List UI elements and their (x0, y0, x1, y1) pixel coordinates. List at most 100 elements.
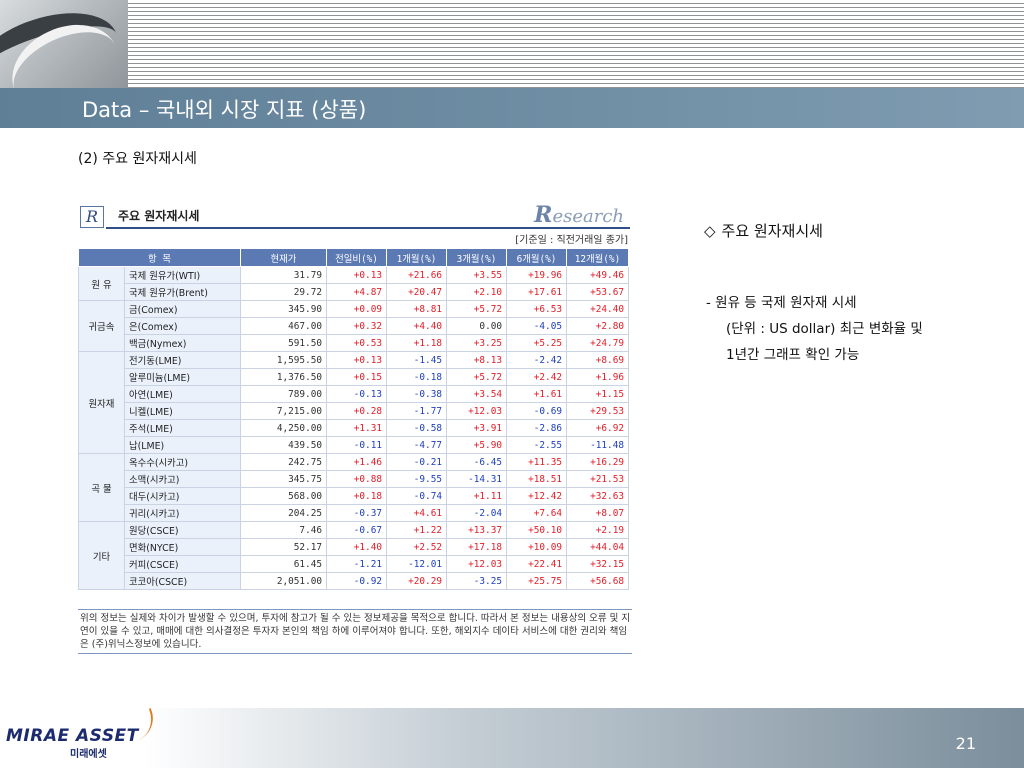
item-name-cell: 옥수수(시카고) (124, 453, 241, 471)
change-cell: -0.58 (386, 419, 447, 437)
table-row: 주석(LME) 4,250.00 +1.31 -0.58 +3.91 -2.86 +6.92 (79, 419, 629, 437)
change-cell: -2.42 (506, 351, 567, 369)
group-cell: 원 유 (78, 266, 125, 301)
change-cell: -6.45 (446, 453, 507, 471)
table-row: 납(LME) 439.50 -0.11 -4.77 +5.90 -2.55 -11.48 (79, 436, 629, 454)
change-cell: +10.09 (506, 538, 567, 556)
change-cell: +20.29 (386, 572, 447, 590)
change-cell: +8.69 (566, 351, 629, 369)
notes-line: 1년간 그래프 확인 가능 (726, 347, 860, 363)
change-cell: +6.92 (566, 419, 629, 437)
table-row: 면화(NYCE) 52.17 +1.40 +2.52 +17.18 +10.09 +44.0… (79, 538, 629, 556)
change-cell: +1.31 (326, 419, 387, 437)
change-cell: +18.51 (506, 470, 567, 488)
price-cell: 439.50 (240, 436, 327, 454)
commodity-price-table: 항 목 현재가 전일비(%) 1개월(%) 3개월(%) 6개월(%) 12개월… (78, 248, 629, 590)
change-cell: -1.45 (386, 351, 447, 369)
change-cell: +7.64 (506, 504, 567, 522)
table-header-row: 항 목 현재가 전일비(%) 1개월(%) 3개월(%) 6개월(%) 12개월… (78, 248, 629, 267)
change-cell: +56.68 (566, 572, 629, 590)
change-cell: +4.61 (386, 504, 447, 522)
price-cell: 29.72 (240, 283, 327, 301)
change-cell: +0.09 (326, 300, 387, 318)
change-cell: +32.63 (566, 487, 629, 505)
table-row: 니켈(LME) 7,215.00 +0.28 -1.77 +12.03 -0.69 +29.… (79, 402, 629, 420)
section-title: (2) 주요 원자재시세 (78, 151, 197, 167)
footer-bar (0, 708, 1024, 768)
price-cell: 1,595.50 (240, 351, 327, 369)
basis-date-note: [기준일 : 직전거래일 종가] (515, 235, 628, 246)
table-row: 곡 물 옥수수(시카고) 242.75 +1.46 -0.21 -6.45 +11.35 +1… (78, 453, 629, 522)
table-row: 코코아(CSCE) 2,051.00 -0.92 +20.29 -3.25 +25.75 +… (79, 572, 629, 590)
table-body: 원 유 국제 원유가(WTI) 31.79 +0.13 +21.66 +3.55 +19.9… (78, 266, 629, 590)
change-cell: +1.22 (386, 521, 447, 539)
item-name-cell: 알루미늄(LME) (124, 368, 241, 386)
change-cell: +8.81 (386, 300, 447, 318)
change-cell: +8.07 (566, 504, 629, 522)
table-row: 원 유 국제 원유가(WTI) 31.79 +0.13 +21.66 +3.55 +19.9… (78, 266, 629, 301)
change-cell: -0.11 (326, 436, 387, 454)
column-header: 12개월(%) (566, 248, 629, 267)
change-cell: +0.18 (326, 487, 387, 505)
change-cell: +12.42 (506, 487, 567, 505)
research-brand: Research (534, 202, 624, 228)
item-name-cell: 국제 원유가(Brent) (124, 283, 241, 301)
change-cell: -4.05 (506, 317, 567, 335)
change-cell: +0.88 (326, 470, 387, 488)
research-brand-initial: R (534, 202, 553, 228)
change-cell: +6.53 (506, 300, 567, 318)
table-row: 기타 원당(CSCE) 7.46 -0.67 +1.22 +13.37 +50.10 +2.1… (78, 521, 629, 590)
change-cell: +5.25 (506, 334, 567, 352)
item-name-cell: 대두(시카고) (124, 487, 241, 505)
item-name-cell: 원당(CSCE) (124, 521, 241, 539)
diamond-bullet-icon: ◇ (704, 222, 716, 240)
change-cell: -12.01 (386, 555, 447, 573)
change-cell: +25.75 (506, 572, 567, 590)
change-cell: +3.54 (446, 385, 507, 403)
price-cell: 789.00 (240, 385, 327, 403)
table-card-title: 주요 원자재시세 (118, 209, 200, 223)
change-cell: -1.21 (326, 555, 387, 573)
group-cell: 기타 (78, 521, 125, 590)
change-cell: -14.31 (446, 470, 507, 488)
change-cell: +22.41 (506, 555, 567, 573)
group-cell: 곡 물 (78, 453, 125, 522)
price-cell: 204.25 (240, 504, 327, 522)
card-header-rule (106, 227, 630, 229)
change-cell: +2.10 (446, 283, 507, 301)
change-cell: -2.04 (446, 504, 507, 522)
change-cell: -9.55 (386, 470, 447, 488)
change-cell: +20.47 (386, 283, 447, 301)
change-cell: 0.00 (446, 317, 507, 335)
change-cell: -0.38 (386, 385, 447, 403)
change-cell: +1.96 (566, 368, 629, 386)
change-cell: +5.90 (446, 436, 507, 454)
price-cell: 7,215.00 (240, 402, 327, 420)
change-cell: -0.92 (326, 572, 387, 590)
change-cell: +1.11 (446, 487, 507, 505)
change-cell: +32.15 (566, 555, 629, 573)
change-cell: +1.18 (386, 334, 447, 352)
item-name-cell: 귀리(시카고) (124, 504, 241, 522)
change-cell: +17.61 (506, 283, 567, 301)
change-cell: +5.72 (446, 368, 507, 386)
item-name-cell: 은(Comex) (124, 317, 241, 335)
item-name-cell: 커피(CSCE) (124, 555, 241, 573)
slide-title: Data – 국내외 시장 지표 (상품) (82, 98, 367, 122)
page-number: 21 (955, 734, 976, 753)
column-header: 항 목 (78, 248, 241, 267)
price-cell: 345.75 (240, 470, 327, 488)
change-cell: +50.10 (506, 521, 567, 539)
price-cell: 4,250.00 (240, 419, 327, 437)
item-name-cell: 소맥(시카고) (124, 470, 241, 488)
change-cell: +44.04 (566, 538, 629, 556)
table-row: 알루미늄(LME) 1,376.50 +0.15 -0.18 +5.72 +2.42 +1.… (79, 368, 629, 386)
price-cell: 467.00 (240, 317, 327, 335)
company-logo-korean: 미래에셋 (70, 749, 107, 760)
change-cell: +1.15 (566, 385, 629, 403)
group-cell: 원자재 (78, 351, 125, 454)
price-cell: 568.00 (240, 487, 327, 505)
change-cell: +21.53 (566, 470, 629, 488)
column-header: 1개월(%) (386, 248, 447, 267)
change-cell: +3.55 (446, 266, 507, 284)
